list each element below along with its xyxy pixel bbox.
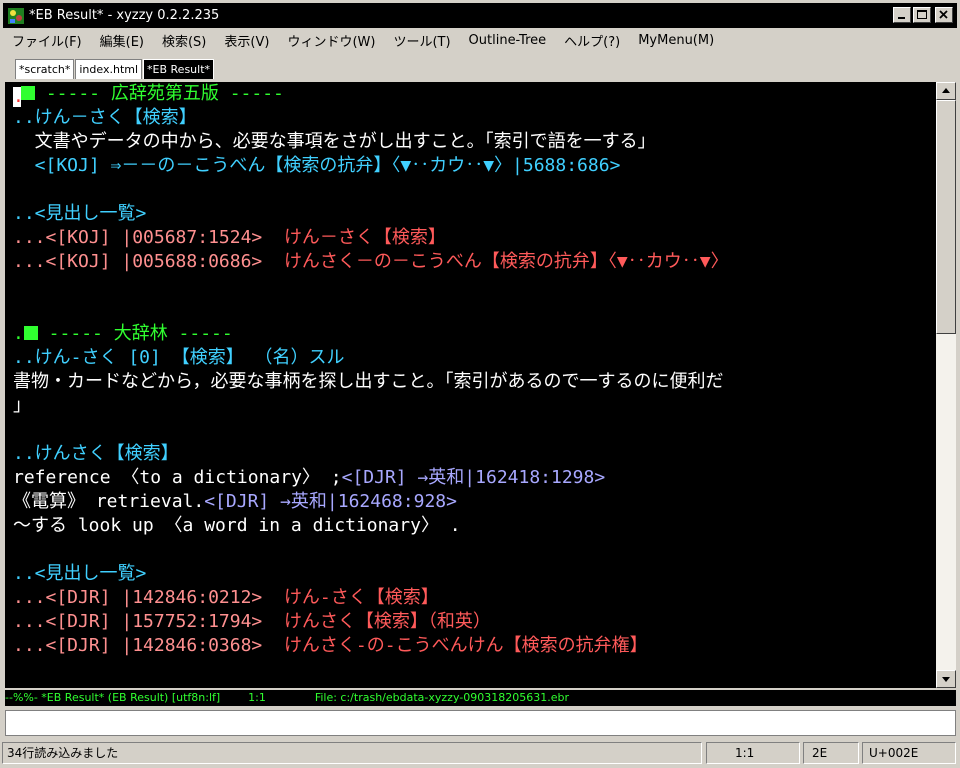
status-bar: 34行読み込みました 1:1 2E U+002E [0,740,960,766]
application-window: *EB Result* - xyzzy 0.2.2.235 ファイル(F) 編集… [0,0,960,768]
buffer-line: ～する look up 〈a word in a dictionary〉 . [13,514,729,538]
text-segment: 」 [13,395,31,416]
status-unicode: U+002E [862,742,956,764]
text-segment: 《電算》 retrieval. [13,491,205,512]
buffer-line [13,274,729,298]
text-segment: けん-さく【検索】 [283,587,439,608]
text-segment: けんさく-の-こうべんけん【検索の抗弁権】 [283,635,648,656]
buffer-tab-bar: *scratch* index.html *EB Result* [3,55,957,80]
buffer-line: ..けんさく【検索】 [13,442,729,466]
buffer-line: ...<[DJR] |142846:0212> けん-さく【検索】 [13,586,729,610]
text-segment: ..けんさく【検索】 [13,443,179,464]
buffer-line: ...<[KOJ] |005688:0686> けんさく－の－こうべん【検索の抗… [13,250,729,274]
text-segment: ...<[KOJ] |005688:0686> [13,251,284,272]
text-segment: . [13,323,24,344]
menu-tools[interactable]: ツール(T) [384,31,459,50]
vertical-scrollbar[interactable] [936,82,956,688]
status-position: 1:1 [706,742,800,764]
text-segment: 書物・カードなどから，必要な事柄を探し出すこと。「索引があるので一するのに便利だ [13,371,724,392]
minimize-button[interactable] [893,7,911,23]
menu-edit[interactable]: 編集(E) [91,31,153,50]
buffer-line: . ----- 大辞林 ----- [13,322,729,346]
buffer-line: ..けん－さく【検索】 [13,106,729,130]
text-segment: <[KOJ] ⇒－－の－こうべん【検索の抗弁】〈▼‥カウ‥▼〉|5688:686… [13,155,621,176]
text-segment: ----- 大辞林 ----- [37,323,233,344]
buffer-line: ..<見出し一覧> [13,562,729,586]
buffer-line: ...<[KOJ] |005687:1524> けん－さく【検索】 [13,226,729,250]
heading-marker-icon [21,86,35,100]
text-segment: ..<見出し一覧> [13,563,147,584]
buffer-line: <[KOJ] ⇒－－の－こうべん【検索の抗弁】〈▼‥カウ‥▼〉|5688:686… [13,154,729,178]
text-segment: ～する look up 〈a word in a dictionary〉 . [13,515,461,536]
text-segment: ----- 広辞苑第五版 ----- [35,83,284,104]
buffer-line: ..けん-さく [0] 【検索】 （名）スル [13,346,729,370]
status-char-code: 2E [803,742,859,764]
buffer-text: . ----- 広辞苑第五版 ----- ..けん－さく【検索】 文書やデータの中… [13,82,729,658]
buffer-line: ..<見出し一覧> [13,202,729,226]
menu-bar: ファイル(F) 編集(E) 検索(S) 表示(V) ウィンドウ(W) ツール(T… [3,29,957,51]
text-segment: ...<[DJR] |157752:1794> [13,611,284,632]
text-segment: ..けん-さく [0] 【検索】 （名）スル [13,347,345,368]
tab-index-html[interactable]: index.html [75,59,143,79]
buffer-line: ...<[DJR] |157752:1794> けんさく【検索】（和英） [13,610,729,634]
title-bar[interactable]: *EB Result* - xyzzy 0.2.2.235 [3,3,957,28]
scroll-down-button[interactable] [936,670,956,688]
buffer-line [13,418,729,442]
status-message: 34行読み込みました [2,742,702,764]
text-segment: ..<見出し一覧> [13,203,147,224]
menu-view[interactable]: 表示(V) [215,31,278,50]
text-segment: けん－さく【検索】 [283,227,446,248]
menu-window[interactable]: ウィンドウ(W) [278,31,384,50]
buffer-line: 文書やデータの中から、必要な事項をさがし出すこと。「索引で語を一する」 [13,130,729,154]
tab-eb-result[interactable]: *EB Result* [143,59,215,79]
text-segment: ...<[DJR] |142846:0212> [13,587,284,608]
menu-search[interactable]: 検索(S) [153,31,215,50]
xyzzy-app-icon[interactable] [7,7,25,25]
text-segment: <[DJR] →英和|162468:928> [204,491,457,512]
maximize-button[interactable] [913,7,931,23]
window-title: *EB Result* - xyzzy 0.2.2.235 [29,8,220,23]
buffer-line: reference 〈to a dictionary〉 ;<[DJR] →英和|… [13,466,729,490]
buffer-line [13,178,729,202]
buffer-line [13,298,729,322]
text-segment: ...<[KOJ] |005687:1524> [13,227,284,248]
text-segment: <[DJR] →英和|162418:1298> [341,467,606,488]
editor-buffer[interactable]: . ----- 広辞苑第五版 ----- ..けん－さく【検索】 文書やデータの中… [5,82,936,688]
menu-outline-tree[interactable]: Outline-Tree [460,33,556,48]
menu-help[interactable]: ヘルプ(?) [555,31,629,50]
text-segment: ..けん－さく【検索】 [13,107,197,128]
text-cursor: . [13,86,24,107]
buffer-line: . ----- 広辞苑第五版 ----- [13,82,729,107]
menu-mymenu[interactable]: MyMenu(M) [629,33,723,48]
text-segment: けんさく【検索】（和英） [283,611,491,632]
close-button[interactable] [935,7,953,23]
text-segment: reference 〈to a dictionary〉 ; [13,467,342,488]
tab-scratch[interactable]: *scratch* [15,59,75,79]
heading-marker-icon [23,326,38,340]
buffer-line: 《電算》 retrieval.<[DJR] →英和|162468:928> [13,490,729,514]
buffer-line: 書物・カードなどから，必要な事柄を探し出すこと。「索引があるので一するのに便利だ [13,370,729,394]
text-segment: 文書やデータの中から、必要な事項をさがし出すこと。「索引で語を一する」 [13,131,656,152]
minibuffer[interactable] [5,710,956,736]
text-segment: けんさく－の－こうべん【検索の抗弁】〈▼‥カウ‥▼〉 [283,251,729,272]
text-segment: ...<[DJR] |142846:0368> [13,635,284,656]
scroll-thumb[interactable] [936,100,956,334]
mode-line: --%%- *EB Result* (EB Result) [utf8n:lf]… [5,690,956,706]
scroll-up-button[interactable] [936,82,956,100]
menu-file[interactable]: ファイル(F) [3,31,91,50]
buffer-line: 」 [13,394,729,418]
buffer-line: ...<[DJR] |142846:0368> けんさく-の-こうべんけん【検索… [13,634,729,658]
buffer-line [13,538,729,562]
